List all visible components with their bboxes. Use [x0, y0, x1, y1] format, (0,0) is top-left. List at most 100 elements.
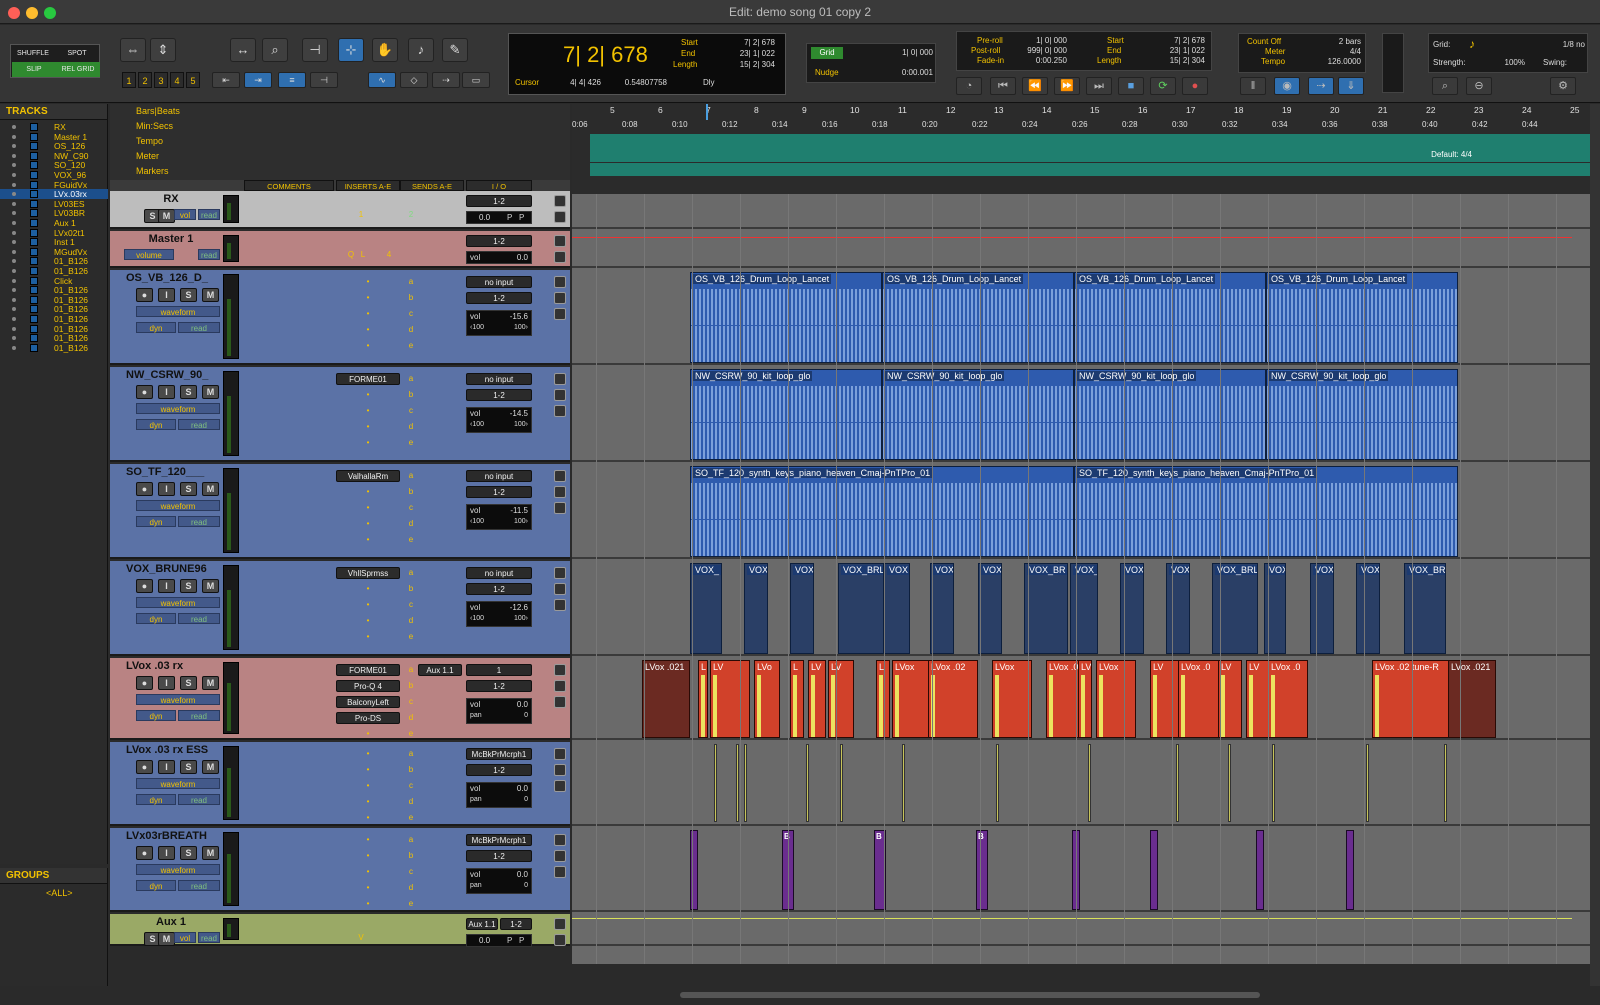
grabber-tool-icon[interactable]: ✋: [372, 38, 398, 62]
volume-pan-box[interactable]: vol -14.5 ‹100 100›: [466, 407, 532, 433]
strength-value[interactable]: 100%: [1489, 58, 1525, 67]
track-name[interactable]: LVox .03 rx: [126, 660, 221, 673]
vox-clip[interactable]: VOX: [744, 563, 768, 654]
send-slot[interactable]: e: [406, 437, 416, 449]
send-slot[interactable]: b: [406, 583, 416, 595]
track-list-icon[interactable]: [554, 583, 566, 595]
view-selector[interactable]: waveform: [136, 694, 220, 705]
track-name[interactable]: Master 1: [126, 233, 216, 246]
insert-slot-empty[interactable]: •: [336, 764, 400, 776]
fadein-label[interactable]: Fade-in: [977, 56, 1004, 65]
track-header[interactable]: SO_TF_120___ ● I S Mwaveform dyn read ValhallaR…: [110, 464, 570, 559]
input-selector[interactable]: no input: [466, 567, 532, 579]
add-icon[interactable]: [554, 599, 566, 611]
send-slot[interactable]: a: [406, 276, 416, 288]
track-list-icon[interactable]: [554, 850, 566, 862]
meter-value[interactable]: 4/4: [1309, 47, 1361, 56]
send-slot[interactable]: b: [406, 850, 416, 862]
sel-length-value[interactable]: 15| 2| 304: [1143, 56, 1205, 65]
insert-slot-empty[interactable]: •: [336, 405, 400, 417]
show-hide-icon[interactable]: [12, 288, 16, 293]
crossfade-marker[interactable]: [1181, 675, 1185, 737]
end-value[interactable]: 23| 1| 022: [715, 49, 775, 58]
rec-arm-button[interactable]: ●: [136, 482, 153, 496]
show-hide-icon[interactable]: [12, 201, 16, 206]
insert-slot-empty[interactable]: •: [336, 308, 400, 320]
volume-value[interactable]: 0.0: [517, 870, 528, 879]
solo-button[interactable]: S: [180, 385, 197, 399]
insert-slot[interactable]: Pro-Q 4: [336, 680, 400, 692]
track-header[interactable]: NW_CSRW_90_ ● I S Mwaveform dyn read FORME01 • • •…: [110, 367, 570, 462]
input-selector[interactable]: McBkPrMcrph1: [466, 748, 532, 760]
postroll-value[interactable]: 999| 0| 000: [1013, 46, 1067, 55]
crossfade-marker[interactable]: [1271, 675, 1275, 737]
groups-header[interactable]: GROUPS: [0, 868, 107, 884]
insert-slot-empty[interactable]: •: [336, 834, 400, 846]
output-selector[interactable]: 1-2: [466, 583, 532, 595]
mute-button[interactable]: M: [202, 676, 219, 690]
preroll-value[interactable]: 1| 0| 000: [1013, 36, 1067, 45]
view-selector[interactable]: waveform: [136, 597, 220, 608]
send-slot-a[interactable]: Aux 1.1: [418, 664, 462, 676]
automation-mode-selector[interactable]: read: [178, 710, 220, 721]
send-slot[interactable]: c: [406, 502, 416, 514]
ess-clip[interactable]: [1272, 744, 1275, 822]
tracklist-item[interactable]: 01_B126: [0, 256, 108, 266]
search-icon[interactable]: ⌕: [1432, 77, 1458, 95]
lead-vocal-clip[interactable]: LVox .0: [1268, 660, 1308, 738]
track-header[interactable]: LVx03rBREATH ● I S Mwaveform dyn read • • • • • a b c d…: [110, 828, 570, 912]
track-name[interactable]: VOX_BRUNE96: [126, 563, 221, 576]
volume-value[interactable]: -15.6: [510, 312, 528, 321]
lead-vocal-clip[interactable]: LV: [1078, 660, 1092, 738]
insert-slot-empty[interactable]: •: [336, 292, 400, 304]
track-header[interactable]: LVox .03 rx ● I S Mwaveform dyn read FORME01 Pro…: [110, 658, 570, 740]
send-slot[interactable]: e: [406, 534, 416, 546]
tab-to-transient-icon[interactable]: ⇥: [244, 72, 272, 88]
show-hide-icon[interactable]: [12, 345, 16, 350]
grid-button[interactable]: Grid: [811, 47, 843, 59]
tracklist-item[interactable]: 01_B126: [0, 295, 108, 305]
insert-slot-empty[interactable]: •: [336, 502, 400, 514]
send-slot[interactable]: d: [406, 882, 416, 894]
tracklist-item[interactable]: LV03BR: [0, 208, 108, 218]
tracks-header[interactable]: TRACKS: [0, 104, 107, 120]
rec-arm-button[interactable]: ●: [136, 676, 153, 690]
insert-slot-empty[interactable]: •: [336, 583, 400, 595]
add-icon[interactable]: [554, 308, 566, 320]
tracklist-item[interactable]: 01_B126: [0, 304, 108, 314]
rec-arm-button[interactable]: ●: [136, 760, 153, 774]
playlist-dyn-selector[interactable]: dyn: [136, 516, 176, 527]
crossfade-marker[interactable]: [793, 675, 797, 737]
send-slot[interactable]: b: [406, 389, 416, 401]
inserts-column-header[interactable]: INSERTS A-E: [336, 180, 400, 191]
volume-value[interactable]: 0.0: [479, 213, 490, 222]
track-name[interactable]: LVox .03 rx ESS: [126, 744, 221, 757]
automation-mode-selector[interactable]: read: [178, 322, 220, 333]
output-window-icon[interactable]: [554, 567, 566, 579]
zoom-preset-5[interactable]: 5: [186, 72, 200, 88]
input-monitor-button[interactable]: I: [158, 482, 175, 496]
solo-button[interactable]: S: [180, 288, 197, 302]
ess-clip[interactable]: [1366, 744, 1369, 822]
tracklist-item[interactable]: MGudVx: [0, 247, 108, 257]
insert-slot-empty[interactable]: •: [336, 599, 400, 611]
mute-button[interactable]: M: [158, 209, 175, 223]
send-slot[interactable]: e: [406, 631, 416, 643]
volume-pan-box[interactable]: vol -15.6 ‹100 100›: [466, 310, 532, 336]
zoom-out-icon[interactable]: ⊖: [1466, 77, 1492, 95]
show-hide-icon[interactable]: [12, 173, 16, 177]
automation-follows-icon[interactable]: ◇: [400, 72, 428, 88]
volume-pan-box[interactable]: vol 0.0 pan 0: [466, 698, 532, 724]
tempo-ruler[interactable]: [590, 134, 1590, 148]
preroll-label[interactable]: Pre-roll: [977, 36, 1003, 45]
send-slot[interactable]: a: [406, 834, 416, 846]
crossfade-marker[interactable]: [895, 675, 899, 737]
crossfade-marker[interactable]: [811, 675, 815, 737]
tracklist-item[interactable]: RX: [0, 122, 108, 132]
pan-button[interactable]: P: [519, 213, 524, 222]
pan-right-value[interactable]: 100›: [514, 324, 528, 331]
output-selector[interactable]: 1-2: [466, 680, 532, 692]
link-timeline-icon[interactable]: ≡: [278, 72, 306, 88]
postroll-label[interactable]: Post-roll: [971, 46, 1000, 55]
mute-button[interactable]: M: [202, 288, 219, 302]
